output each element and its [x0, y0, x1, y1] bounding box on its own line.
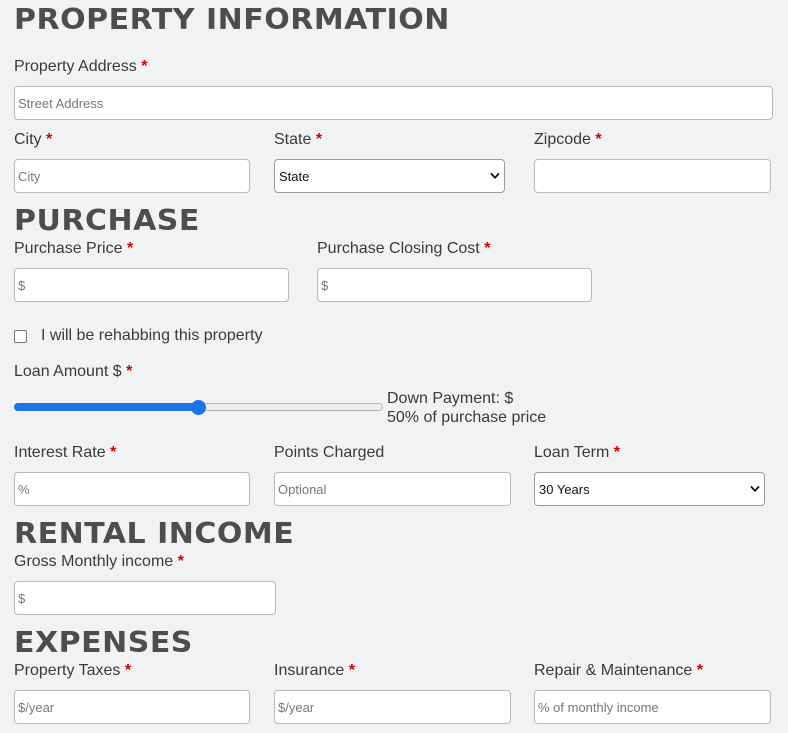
required-mark: * [696, 662, 703, 679]
state-select-value: State [279, 168, 310, 184]
purchase-price-label: Purchase Price * [14, 239, 133, 259]
repair-maintenance-label: Repair & Maintenance * [534, 661, 703, 681]
points-charged-input[interactable] [274, 472, 511, 506]
rehab-label: I will be rehabbing this property [41, 327, 263, 344]
section-heading-rental: Rental Income [14, 517, 295, 551]
down-payment-amount: Down Payment: $ [387, 390, 514, 407]
required-mark: * [484, 240, 491, 257]
repair-maintenance-input[interactable] [534, 690, 771, 724]
required-mark: * [126, 363, 133, 380]
state-label-text: State [274, 131, 312, 148]
required-mark: * [315, 131, 323, 148]
section-heading-expenses: Expenses [14, 626, 193, 660]
interest-rate-input[interactable] [14, 472, 250, 506]
required-mark: * [110, 444, 117, 461]
interest-rate-label: Interest Rate * [14, 443, 116, 463]
property-taxes-label-text: Property Taxes [14, 662, 121, 679]
zipcode-input[interactable] [534, 159, 771, 193]
required-mark: * [124, 662, 132, 679]
required-mark: * [177, 553, 184, 570]
zipcode-label-text: Zipcode [534, 131, 591, 148]
gross-income-input[interactable] [14, 581, 276, 615]
points-charged-label: Points Charged [274, 444, 385, 461]
section-heading-purchase: Purchase [14, 204, 200, 238]
loan-amount-label: Loan Amount $ * [14, 362, 132, 382]
loan-amount-slider[interactable] [14, 399, 383, 415]
rehab-checkbox[interactable] [14, 330, 27, 343]
city-input[interactable] [14, 159, 250, 193]
insurance-label: Insurance * [274, 661, 355, 681]
chevron-down-icon [750, 484, 760, 494]
loan-term-select[interactable]: 30 Years [534, 472, 765, 506]
loan-amount-label-text: Loan Amount $ [14, 363, 122, 380]
gross-income-label-text: Gross Monthly income [14, 553, 174, 570]
city-label: City * [14, 130, 52, 150]
purchase-price-input[interactable] [14, 268, 289, 302]
property-taxes-input[interactable] [14, 690, 250, 724]
state-select[interactable]: State [274, 159, 505, 193]
closing-cost-label: Purchase Closing Cost * [317, 239, 490, 259]
slider-thumb[interactable] [191, 399, 206, 415]
insurance-label-text: Insurance [274, 662, 345, 679]
required-mark: * [613, 444, 620, 461]
gross-income-label: Gross Monthly income * [14, 552, 184, 572]
street-address-input[interactable] [14, 86, 773, 120]
state-label: State * [274, 130, 322, 150]
loan-term-label: Loan Term * [534, 443, 620, 463]
property-address-label: Property Address * [14, 57, 147, 77]
repair-maintenance-label-text: Repair & Maintenance [534, 662, 693, 679]
required-mark: * [595, 131, 602, 148]
loan-term-select-value: 30 Years [539, 481, 590, 497]
insurance-input[interactable] [274, 690, 511, 724]
section-heading-property: Property Information [14, 3, 450, 37]
purchase-price-label-text: Purchase Price [14, 240, 123, 257]
closing-cost-label-text: Purchase Closing Cost [317, 240, 480, 257]
city-label-text: City [14, 131, 42, 148]
closing-cost-input[interactable] [317, 268, 592, 302]
required-mark: * [46, 131, 53, 148]
required-mark: * [141, 58, 148, 75]
down-payment-percent: 50% of purchase price [387, 409, 547, 426]
loan-term-label-text: Loan Term [534, 444, 610, 461]
required-mark: * [348, 662, 355, 679]
property-taxes-label: Property Taxes * [14, 661, 131, 681]
property-address-label-text: Property Address [14, 58, 137, 75]
zipcode-label: Zipcode * [534, 130, 602, 150]
required-mark: * [126, 240, 134, 257]
interest-rate-label-text: Interest Rate [14, 444, 106, 461]
slider-fill [14, 403, 199, 411]
chevron-down-icon [490, 171, 500, 181]
